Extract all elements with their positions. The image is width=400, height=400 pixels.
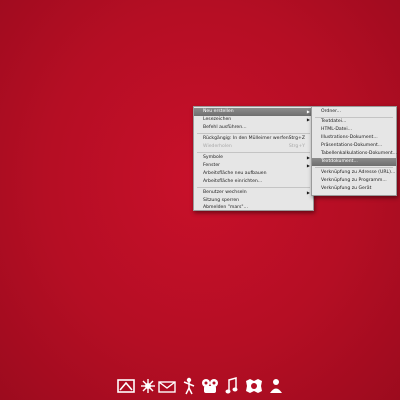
home-icon[interactable] xyxy=(116,376,136,396)
menu-separator xyxy=(197,133,310,134)
menu-item-label: Symbole xyxy=(203,155,223,160)
menu-item-label: Verknüpfung zu Programm... xyxy=(321,178,387,183)
people-icon[interactable] xyxy=(200,376,220,396)
menu-item-label: Verknüpfung zu Adresse (URL)... xyxy=(321,170,396,175)
submenu-item-drawing[interactable]: Illustrations-Dokument... xyxy=(312,134,396,142)
submenu-item-link-device[interactable]: Verknüpfung zu Gerät xyxy=(312,185,396,193)
menu-separator xyxy=(315,167,393,168)
menu-item-label: HTML-Datei... xyxy=(321,127,352,132)
menu-item-label: Benutzer wechseln xyxy=(203,190,247,195)
menu-item-label: Rückgängig: In den Mülleimer werfen xyxy=(203,136,289,141)
menu-separator xyxy=(197,187,310,188)
submenu-arrow-icon: ▶ xyxy=(306,117,310,122)
submenu-arrow-icon: ▶ xyxy=(306,163,310,168)
menu-item-new[interactable]: Neu erstellen ▶ xyxy=(194,108,313,116)
submenu-arrow-icon: ▶ xyxy=(306,190,310,195)
menu-item-label: Tabellenkalkulations-Dokument... xyxy=(321,151,398,156)
submenu-arrow-icon: ▶ xyxy=(306,109,310,114)
menu-item-lock-session[interactable]: Sitzung sperren xyxy=(194,197,313,205)
submenu-item-text-file[interactable]: Textdatei... xyxy=(312,118,396,126)
user-icon[interactable] xyxy=(268,376,284,396)
menu-item-label: Wiederholen xyxy=(203,144,232,149)
submenu-item-spreadsheet[interactable]: Tabellenkalkulations-Dokument... xyxy=(312,150,398,158)
menu-item-configure-desktop[interactable]: Arbeitsfläche einrichten... xyxy=(194,178,313,186)
settings-icon[interactable] xyxy=(140,376,156,396)
music-icon[interactable] xyxy=(224,376,238,396)
menu-item-logout[interactable]: Abmelden "mars"... xyxy=(194,205,313,210)
submenu-item-presentation[interactable]: Präsentations-Dokument... xyxy=(312,142,396,150)
menu-item-label: Abmelden "mars"... xyxy=(203,205,248,210)
submenu-item-link-url[interactable]: Verknüpfung zu Adresse (URL)... xyxy=(312,169,396,177)
menu-separator xyxy=(197,152,310,153)
desktop-context-menu: Neu erstellen ▶ Lesezeichen ▶ Befehl aus… xyxy=(193,106,314,211)
menu-item-undo[interactable]: Rückgängig: In den Mülleimer werfen Strg… xyxy=(194,135,313,143)
menu-item-label: Verknüpfung zu Gerät xyxy=(321,186,372,191)
menu-item-icons[interactable]: Symbole ▶ xyxy=(194,154,313,162)
menu-shortcut: Strg+Y xyxy=(288,144,305,149)
menu-item-label: Arbeitsfläche neu aufbauen xyxy=(203,171,267,176)
menu-item-label: Sitzung sperren xyxy=(203,198,240,203)
new-submenu: Ordner... Textdatei... HTML-Datei... Ill… xyxy=(311,106,397,196)
submenu-item-text-document[interactable]: Textdokument... xyxy=(312,158,396,166)
menu-item-switch-user[interactable]: Benutzer wechseln ▶ xyxy=(194,189,313,197)
menu-item-windows[interactable]: Fenster ▶ xyxy=(194,162,313,170)
submenu-item-folder[interactable]: Ordner... xyxy=(312,108,396,116)
submenu-item-html-file[interactable]: HTML-Datei... xyxy=(312,126,396,134)
menu-item-label: Neu erstellen xyxy=(203,109,234,114)
submenu-arrow-icon: ▶ xyxy=(306,155,310,160)
menu-item-label: Illustrations-Dokument... xyxy=(321,135,378,140)
menu-shortcut: Strg+Z xyxy=(288,136,305,141)
menu-item-label: Lesezeichen xyxy=(203,117,232,122)
menu-item-run-command[interactable]: Befehl ausführen... xyxy=(194,124,313,132)
menu-item-redo: Wiederholen Strg+Y xyxy=(194,143,313,151)
menu-item-label: Arbeitsfläche einrichten... xyxy=(203,179,263,184)
menu-item-label: Präsentations-Dokument... xyxy=(321,143,383,148)
menu-item-label: Fenster xyxy=(203,163,221,168)
menu-item-label: Textdatei... xyxy=(321,119,347,124)
photo-icon[interactable] xyxy=(244,376,264,396)
menu-item-label: Ordner... xyxy=(321,109,341,114)
menu-item-refresh-desktop[interactable]: Arbeitsfläche neu aufbauen xyxy=(194,170,313,178)
menu-item-bookmarks[interactable]: Lesezeichen ▶ xyxy=(194,116,313,124)
menu-item-label: Befehl ausführen... xyxy=(203,125,247,130)
submenu-item-link-application[interactable]: Verknüpfung zu Programm... xyxy=(312,177,396,185)
menu-item-label: Textdokument... xyxy=(321,159,358,164)
person-icon[interactable] xyxy=(182,376,196,396)
mail-icon[interactable] xyxy=(158,376,176,396)
